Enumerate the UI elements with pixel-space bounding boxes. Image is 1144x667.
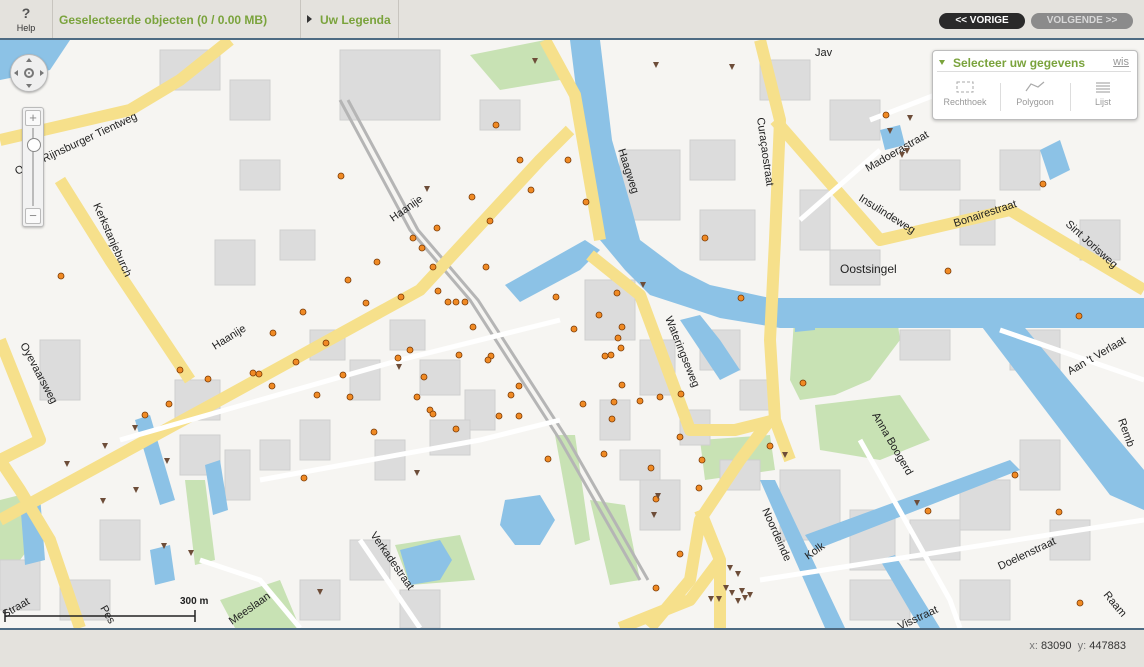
selected-objects-label: Geselecteerde objecten (0 / 0.00 MB) <box>59 13 268 27</box>
pan-up-icon[interactable] <box>26 58 32 62</box>
previous-button[interactable]: << VORIGE <box>939 13 1025 29</box>
water-features <box>0 40 1144 628</box>
select-data-title: Selecteer uw gegevens <box>953 56 1086 70</box>
y-coordinate-label: y: <box>1077 640 1087 652</box>
x-coordinate-label: x: <box>1029 640 1038 652</box>
main-roads <box>0 40 1144 628</box>
list-select-tool[interactable]: Lijst <box>1071 81 1135 115</box>
polygon-select-tool[interactable]: Polygoon <box>1003 81 1067 115</box>
zoom-in-button[interactable]: + <box>25 110 41 126</box>
pan-control[interactable] <box>10 54 48 92</box>
x-coordinate-value: 83090 <box>1040 640 1072 652</box>
list-select-label: Lijst <box>1094 97 1111 107</box>
chevron-right-icon <box>307 15 312 23</box>
polygon-select-icon <box>1025 81 1045 92</box>
help-label: Help <box>16 23 36 33</box>
status-bar: x: 83090 y: 447883 <box>0 628 1144 667</box>
next-button[interactable]: VOLGENDE >> <box>1031 13 1133 29</box>
chevron-down-icon <box>939 60 945 65</box>
help-button[interactable]: ? Help <box>0 0 53 38</box>
pan-left-icon[interactable] <box>14 70 18 76</box>
rectangle-select-tool[interactable]: Rechthoek <box>933 81 997 115</box>
list-icon <box>1096 82 1110 93</box>
street-label-oostsingel: Oostsingel <box>840 262 897 276</box>
pan-right-icon[interactable] <box>40 70 44 76</box>
zoom-control: + − <box>22 107 44 227</box>
tool-divider <box>1000 83 1001 111</box>
clear-link[interactable]: wis <box>1113 56 1129 68</box>
top-toolbar: ? Help Geselecteerde objecten (0 / 0.00 … <box>0 0 1144 40</box>
street-label-javastraat: Jav <box>815 47 833 59</box>
zoom-out-button[interactable]: − <box>25 208 41 224</box>
map-canvas[interactable]: Jav Madoerastraat Curaçaostraat Haagweg … <box>0 40 1144 628</box>
select-data-panel: Selecteer uw gegevens wis Rechthoek Poly… <box>932 50 1138 120</box>
street-label-haanije-2: Haanije <box>210 323 248 353</box>
street-label-curacaostraat: Curaçaostraat <box>754 117 775 187</box>
selected-objects-tab[interactable]: Geselecteerde objecten (0 / 0.00 MB) <box>52 0 301 38</box>
rectangle-select-icon <box>956 81 974 93</box>
rectangle-select-label: Rechthoek <box>943 97 987 107</box>
street-label-raam: Raam <box>1101 589 1129 619</box>
map-view[interactable]: Jav Madoerastraat Curaçaostraat Haagweg … <box>0 40 1144 628</box>
legend-label: Uw Legenda <box>320 13 391 27</box>
question-mark-icon: ? <box>21 5 31 21</box>
zoom-slider-handle[interactable] <box>27 138 41 152</box>
select-data-header[interactable]: Selecteer uw gegevens wis <box>937 55 1131 72</box>
legend-tab[interactable]: Uw Legenda <box>300 0 399 38</box>
y-coordinate-value: 447883 <box>1089 640 1126 652</box>
polygon-select-label: Polygoon <box>1016 97 1054 107</box>
coordinate-readout: x: 83090 y: 447883 <box>1029 640 1126 652</box>
scale-label: 300 m <box>180 596 208 607</box>
pan-center-icon[interactable] <box>24 68 34 78</box>
pan-down-icon[interactable] <box>26 84 32 88</box>
